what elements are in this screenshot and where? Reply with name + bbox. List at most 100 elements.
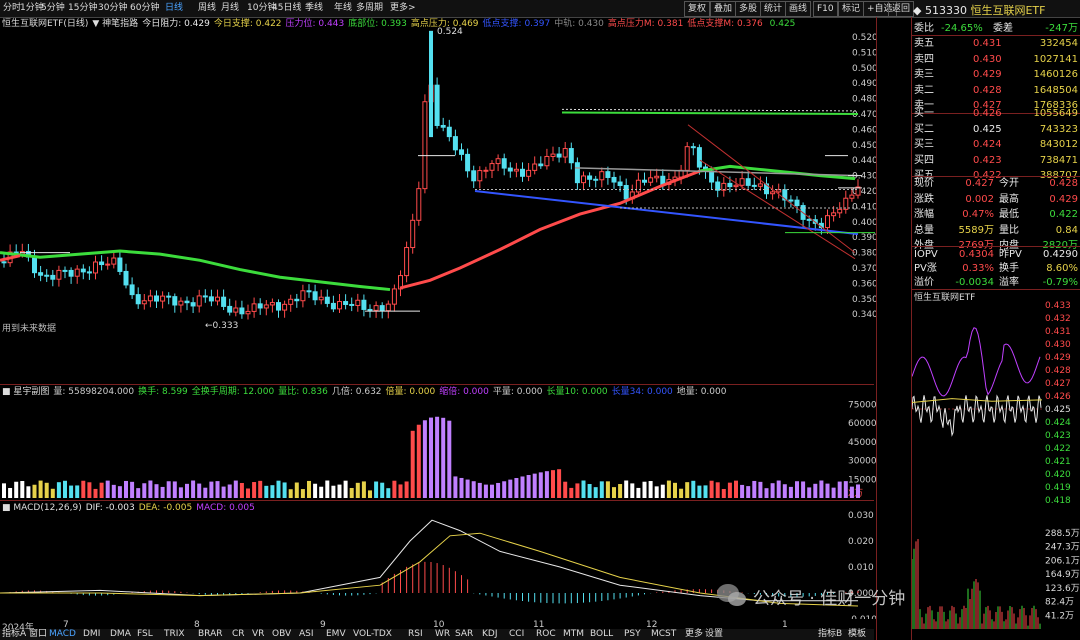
indicator-tab[interactable]: 指标B — [818, 629, 842, 640]
volume-bar — [593, 487, 598, 498]
indicator-tab[interactable]: OBV — [272, 629, 291, 640]
indicator-tab[interactable]: CR — [232, 629, 245, 640]
period-tab[interactable]: 60分钟 — [130, 1, 159, 16]
period-tab[interactable]: 45日线 — [272, 1, 301, 16]
candle-body — [837, 208, 843, 214]
value: -247万 — [1045, 23, 1078, 34]
toolbar-button[interactable]: 标记 — [838, 1, 865, 17]
toolbar-button[interactable]: 统计 — [760, 1, 787, 17]
candle-body — [86, 271, 92, 274]
candle-body — [757, 183, 763, 187]
indicator-tab[interactable]: TRIX — [164, 629, 185, 640]
indicator-tab[interactable]: VOL-TDX — [353, 629, 392, 640]
volume-bar — [673, 482, 677, 498]
indicator-tab[interactable]: 模板 — [848, 629, 866, 640]
volume-indicator-line: ■ 星宇副图 量: 55898204.000 换手: 8.599 全换手周期: 12.… — [2, 385, 730, 399]
indicator-tab[interactable]: ROC — [536, 629, 556, 640]
volume-chart[interactable]: 7500060000450003000015000X万 — [0, 385, 876, 500]
volume-bar — [654, 486, 659, 498]
candle-body — [154, 295, 159, 302]
toolbar-button[interactable]: 画线 — [785, 1, 812, 17]
label: 最高 — [999, 193, 1019, 205]
volume-bar — [270, 485, 275, 498]
period-tab[interactable]: 月线 — [221, 1, 239, 16]
intraday-mini-chart[interactable]: 恒生互联网ETF 0.433 0.432 0.431 0.430 0.429 0.428 0.… — [912, 289, 1080, 640]
candle-body — [849, 194, 855, 199]
candle-body — [507, 167, 513, 172]
indicator-tab[interactable]: MACD — [49, 629, 76, 640]
indicator-tab[interactable]: CCI — [509, 629, 524, 640]
volume-bar — [69, 485, 74, 498]
period-tab[interactable]: 5分钟 — [41, 1, 65, 16]
candle-body — [221, 296, 227, 307]
candle-body — [355, 299, 361, 306]
indicator-tab[interactable]: MCST — [651, 629, 676, 640]
candle-body — [93, 261, 98, 274]
stock-code: ◆ 513330 — [913, 4, 971, 17]
indicator-tab[interactable]: 更多 — [685, 629, 703, 640]
toolbar-button[interactable]: F10 — [813, 1, 838, 17]
indicator-tab[interactable]: DMI — [83, 629, 100, 640]
indicator-tab[interactable]: 设置 — [705, 629, 723, 640]
value: 0.4304 — [959, 249, 994, 260]
volume-bar — [404, 481, 409, 498]
volume-bar — [477, 482, 482, 498]
value: 0.47% — [962, 209, 994, 220]
volume-bar — [697, 485, 702, 498]
candle-body — [38, 272, 44, 276]
y-axis-label: 123.6万 — [1045, 584, 1080, 594]
indicator-tab[interactable]: VR — [252, 629, 264, 640]
indicator-tab[interactable]: DMA — [110, 629, 131, 640]
kline-chart[interactable]: 0.520 0.510 0.500 0.490 0.480 0.470 0.460 0.450… — [0, 17, 876, 383]
indicator-tab[interactable]: WR — [435, 629, 450, 640]
indicator-tab[interactable]: FSL — [137, 629, 153, 640]
volume-bar — [612, 487, 616, 498]
indicator-tab[interactable]: 指标A — [2, 629, 26, 640]
volume-bar — [215, 481, 220, 498]
period-tab[interactable]: 15分钟 — [68, 1, 97, 16]
toolbar-button[interactable]: 复权 — [684, 1, 711, 17]
period-tab[interactable]: 季线 — [305, 1, 323, 16]
volume-bar — [276, 480, 281, 498]
indicator-tab[interactable]: KDJ — [482, 629, 498, 640]
indicator-tab[interactable]: RSI — [408, 629, 423, 640]
indicator-name[interactable]: ▼ 神笔指路 — [92, 19, 138, 29]
indicator-tab[interactable]: 窗口 — [29, 629, 47, 640]
period-tab[interactable]: 多周期 — [356, 1, 383, 16]
price: 0.428 — [973, 84, 1002, 96]
volume-bar — [514, 478, 519, 498]
volume: 1055649 — [1033, 108, 1078, 119]
y-axis-label: 0.480 — [852, 95, 876, 105]
period-tab[interactable]: 年线 — [334, 1, 352, 16]
candle-body — [306, 290, 312, 293]
toolbar-button[interactable]: 返回 — [888, 1, 915, 17]
volume-bar — [587, 484, 592, 498]
volume-bar — [99, 482, 104, 498]
mini-price-line — [912, 327, 1041, 397]
toolbar-button[interactable]: 多股 — [735, 1, 762, 17]
indicator-tab[interactable]: EMV — [326, 629, 346, 640]
y-axis-label: 0.450 — [852, 141, 876, 151]
candle-body — [806, 218, 812, 221]
indicator-tab[interactable]: SAR — [455, 629, 473, 640]
toolbar-button[interactable]: 叠加 — [710, 1, 737, 17]
indicator-tab[interactable]: PSY — [624, 629, 641, 640]
volume-bar — [239, 482, 244, 498]
label: 委差 — [993, 23, 1013, 34]
period-tab[interactable]: 更多> — [390, 1, 416, 16]
indicator-tab[interactable]: MTM — [563, 629, 584, 640]
period-tab[interactable]: 30分钟 — [98, 1, 127, 16]
indicator-tab[interactable]: BOLL — [590, 629, 613, 640]
period-tab[interactable]: 分时 — [3, 1, 21, 16]
indicator-tab[interactable]: BRAR — [198, 629, 222, 640]
volume-bar — [185, 483, 189, 498]
volume-bar — [227, 484, 232, 498]
volume-bar — [782, 484, 787, 498]
indicator-value: 压力位: 0.443 — [285, 19, 345, 29]
pressure-dashed-line — [561, 108, 859, 112]
volume-bar — [709, 480, 714, 498]
period-tab[interactable]: 日线 — [165, 1, 183, 16]
period-tab[interactable]: 周线 — [198, 1, 216, 16]
volume-bar — [508, 479, 513, 498]
indicator-tab[interactable]: ASI — [299, 629, 314, 640]
